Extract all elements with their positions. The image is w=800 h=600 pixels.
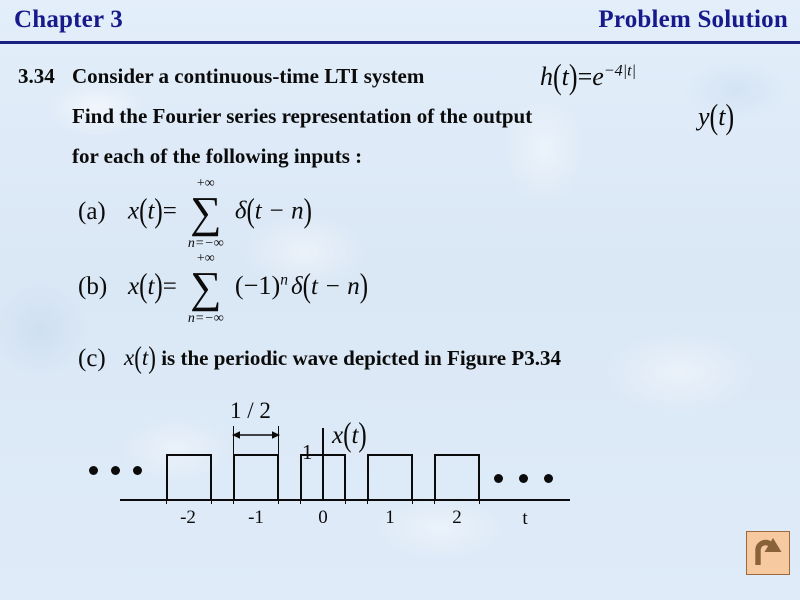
h-open-paren: ( — [553, 56, 562, 96]
ellipsis-left-dot-2 — [111, 466, 120, 475]
equation-item-a: x(t)= +∞ ∑ n=−∞ δ(t − n) — [128, 176, 312, 251]
b-equals-sign: = — [162, 273, 177, 300]
equation-output-signal: y(t) — [698, 97, 734, 136]
axis-tick-label-minus-2: -2 — [180, 507, 196, 528]
axis-tick-3 — [233, 494, 234, 504]
axis-tick-8 — [412, 494, 413, 504]
ellipsis-left-dot-1 — [89, 466, 98, 475]
h-argument: t — [561, 62, 569, 91]
a-summation-lower-limit: n=−∞ — [187, 236, 224, 251]
a-x-function-name: x — [128, 197, 140, 225]
a-delta-symbol: δ — [234, 197, 247, 225]
y-argument: t — [718, 102, 726, 131]
b-x-open-paren: ( — [139, 268, 148, 305]
axis-tick-label-one: 1 — [385, 507, 395, 528]
a-delta-close-paren: ) — [303, 192, 312, 230]
signal-name-label: x(t) — [332, 417, 367, 453]
fig-x-open-paren: ( — [343, 417, 352, 454]
problem-line-1: Consider a continuous-time LTI system — [72, 64, 425, 88]
fig-x-function-name: x — [332, 422, 344, 449]
h-exp-base: e — [592, 62, 604, 91]
problem-line-2: Find the Fourier series representation o… — [72, 104, 533, 128]
y-close-paren: ) — [725, 96, 735, 136]
item-c-label: (c) — [78, 345, 106, 372]
axis-tick-10 — [479, 494, 480, 504]
axis-tick-label-zero: 0 — [318, 507, 328, 528]
a-equals-sign: = — [162, 197, 177, 225]
problem-line-3: for each of the following inputs : — [72, 144, 363, 168]
axis-tick-6 — [345, 494, 346, 504]
b-x-close-paren: ) — [154, 268, 163, 305]
chapter-title: Chapter 3 — [14, 6, 123, 33]
u-turn-arrow-icon — [755, 538, 782, 565]
b-summation-operator: +∞ ∑ n=−∞ — [183, 251, 229, 326]
periodic-square-wave-figure: 1 x(t) 1 / 2 -2 -1 0 1 2 t — [0, 390, 800, 540]
item-c-description: is the periodic wave depicted in Figure … — [161, 346, 561, 370]
pulse-4-top-edge — [367, 454, 413, 456]
slide-canvas: Chapter 3 Problem Solution 3.34 Consider… — [0, 0, 800, 600]
problem-number: 3.34 — [18, 64, 55, 88]
axis-tick-4 — [278, 494, 279, 504]
pulse-1-top-edge — [166, 454, 212, 456]
pulse-width-label: 1 / 2 — [230, 398, 271, 423]
a-summation-upper-limit: +∞ — [196, 176, 215, 191]
ellipsis-right-dot-1 — [494, 474, 503, 483]
equation-item-b: x(t)= +∞ ∑ n=−∞ (−1)n δ(t − n) — [128, 251, 369, 326]
fig-x-close-paren: ) — [358, 417, 367, 454]
pulse-2-top-edge — [233, 454, 279, 456]
amplitude-axis — [322, 428, 324, 500]
b-coefficient-exponent: n — [280, 271, 288, 289]
slide-header: Chapter 3 Problem Solution — [0, 0, 800, 44]
axis-tick-9 — [434, 494, 435, 504]
ellipsis-left-dot-3 — [133, 466, 142, 475]
return-button[interactable] — [746, 531, 790, 575]
amplitude-tick-label: 1 — [302, 440, 313, 464]
c-x-function-name: x — [124, 345, 135, 370]
b-delta-symbol: δ — [291, 273, 303, 300]
header-divider — [0, 41, 800, 44]
a-x-argument: t — [147, 197, 155, 225]
axis-tick-1 — [166, 494, 167, 504]
a-sigma-icon: ∑ — [190, 188, 222, 237]
a-delta-argument: t − n — [254, 197, 304, 225]
time-axis-label: t — [522, 508, 528, 529]
h-equals-sign: = — [577, 62, 593, 91]
pulse-5-top-edge — [434, 454, 480, 456]
axis-tick-7 — [367, 494, 368, 504]
item-b-label: (b) — [78, 273, 108, 300]
b-sigma-icon: ∑ — [190, 263, 222, 313]
pulse-width-arrow-icon — [232, 431, 280, 439]
c-signal-expression: x(t) — [124, 340, 156, 374]
a-summation-operator: +∞ ∑ n=−∞ — [183, 176, 229, 251]
ellipsis-right-dot-3 — [544, 474, 553, 483]
b-delta-open-paren: ( — [302, 268, 311, 305]
axis-tick-5 — [300, 494, 301, 504]
a-delta-open-paren: ( — [246, 192, 255, 230]
b-x-function-name: x — [128, 273, 140, 300]
h-close-paren: ) — [568, 56, 578, 96]
section-title: Problem Solution — [598, 6, 788, 33]
axis-tick-2 — [211, 494, 212, 504]
c-x-open-paren: ( — [134, 340, 142, 375]
b-summation-lower-limit: n=−∞ — [187, 311, 224, 327]
axis-tick-label-two: 2 — [452, 507, 462, 528]
a-x-close-paren: ) — [154, 192, 163, 230]
b-x-argument: t — [147, 273, 155, 300]
b-delta-argument: t − n — [310, 273, 360, 300]
a-x-open-paren: ( — [139, 192, 148, 230]
c-x-close-paren: ) — [148, 340, 156, 375]
b-summation-upper-limit: +∞ — [196, 251, 215, 267]
item-a-label: (a) — [78, 198, 106, 225]
ellipsis-right-dot-2 — [519, 474, 528, 483]
y-function-name: y — [698, 102, 710, 131]
item-c-text-row: x(t) is the periodic wave depicted in Fi… — [124, 340, 561, 374]
y-open-paren: ( — [709, 96, 719, 136]
b-coefficient-base: (−1) — [234, 271, 281, 300]
h-exponent: −4|t| — [603, 62, 637, 80]
axis-tick-label-minus-1: -1 — [248, 507, 264, 528]
fig-x-argument: t — [351, 422, 359, 449]
b-delta-close-paren: ) — [359, 268, 369, 305]
equation-impulse-response: h(t)=e−4|t| — [540, 57, 637, 96]
h-function-name: h — [540, 62, 553, 91]
